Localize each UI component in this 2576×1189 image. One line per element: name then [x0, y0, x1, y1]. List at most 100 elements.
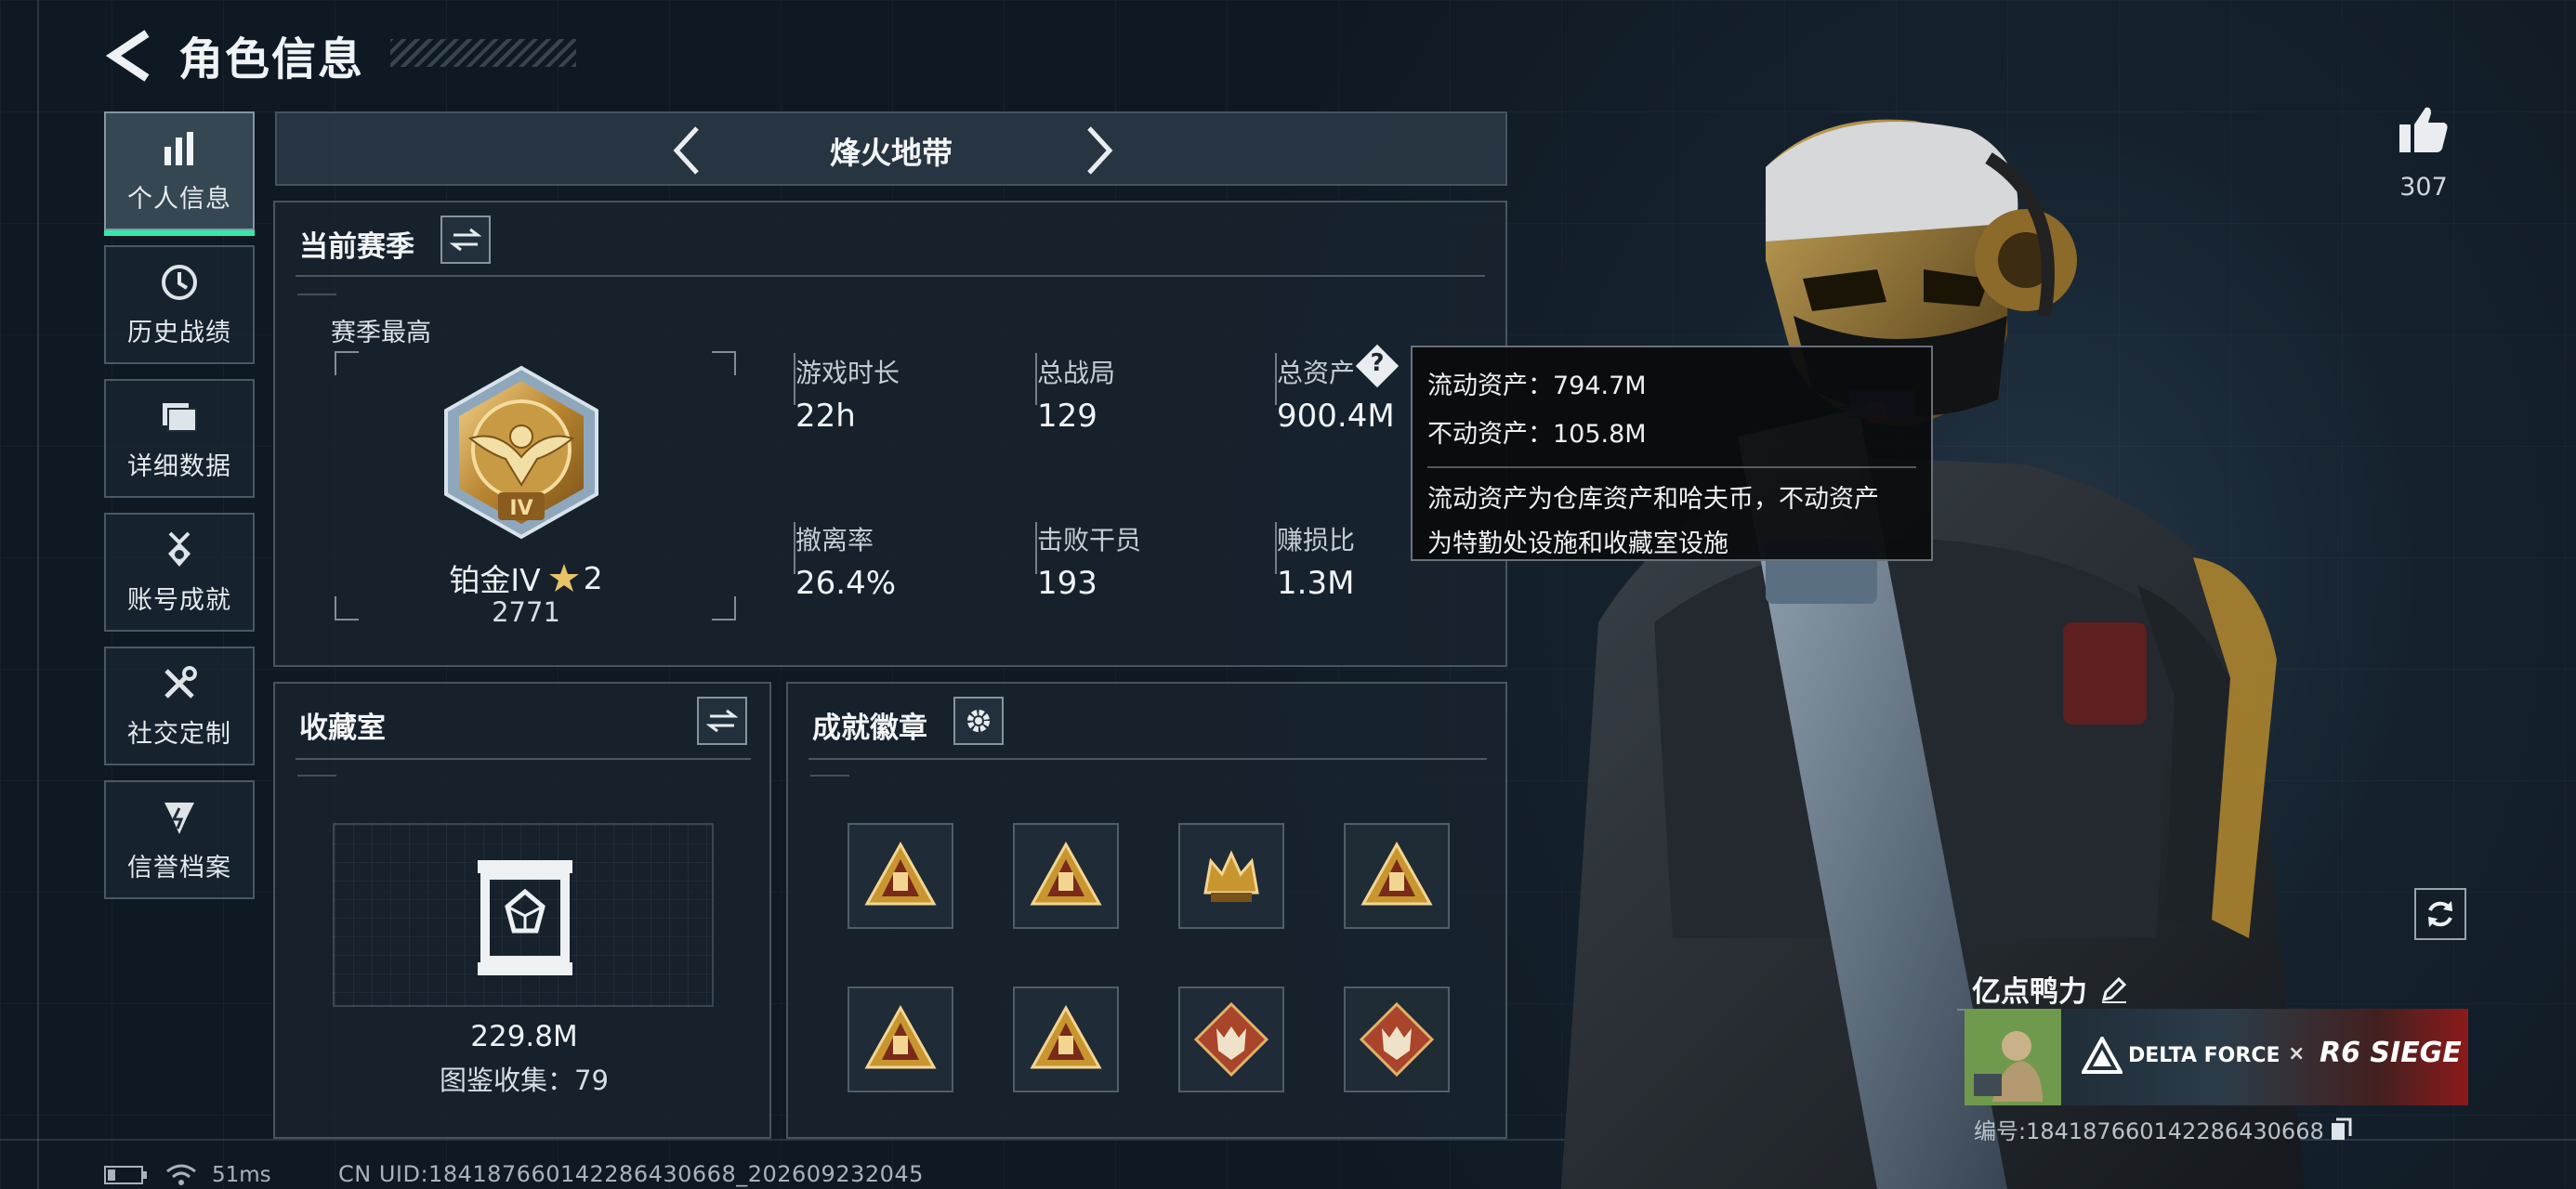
- tooltip-divider: [1427, 466, 1916, 468]
- nav-label: 账号成就: [127, 585, 231, 615]
- panel-divider: [808, 758, 1487, 760]
- rank-name-row: 铂金IV 2: [331, 555, 721, 600]
- nav-label: 详细数据: [127, 451, 231, 481]
- nav-item-reputation[interactable]: 信誉档案: [104, 780, 255, 899]
- swap-button[interactable]: [697, 697, 747, 745]
- swap-icon: [450, 228, 481, 252]
- refresh-button[interactable]: [2414, 888, 2466, 940]
- like-count: 307: [2399, 173, 2448, 202]
- player-banner[interactable]: DELTA FORCE × R6 SIEGE: [1965, 1009, 2468, 1105]
- nav-label: 社交定制: [127, 719, 231, 749]
- nav-item-social[interactable]: 社交定制: [104, 647, 255, 765]
- medal-icon: [168, 531, 191, 567]
- season-best-label: 赛季最高: [331, 319, 431, 347]
- stat-value-assets: 900.4M: [1277, 398, 1395, 435]
- serial-number-row: 编号:18418766014228643066​8: [1974, 1113, 2352, 1145]
- edit-icon[interactable]: [2098, 973, 2130, 1005]
- crown-badge-icon: [1203, 850, 1259, 902]
- swap-icon: [706, 709, 738, 733]
- assets-tooltip: 流动资产：794.7M 不动资产：105.8M 流动资产为仓库资产和哈夫币，不动…: [1411, 346, 1933, 561]
- status-bar: 51ms: [104, 1163, 271, 1187]
- collection-title: 收藏室: [299, 712, 386, 745]
- badge-slot[interactable]: [848, 986, 953, 1092]
- tooltip-liquid-assets: 流动资产：794.7M: [1427, 372, 1647, 400]
- player-name: 亿点鸭力: [1972, 975, 2087, 1009]
- badges-title: 成就徽章: [812, 712, 927, 745]
- swap-button[interactable]: [440, 216, 491, 264]
- thumbs-up-icon[interactable]: [2396, 102, 2451, 158]
- nav-item-detail-data[interactable]: 详细数据: [104, 379, 255, 498]
- badge-slot[interactable]: [1178, 986, 1284, 1092]
- stat-label-matches: 总战局: [1037, 358, 1116, 388]
- tools-icon: [164, 665, 197, 699]
- triangle-badge-icon: [864, 1004, 937, 1069]
- avatar-image: [1965, 1009, 2061, 1105]
- panel-divider: [296, 758, 751, 760]
- mode-label: 烽火地带: [830, 135, 953, 171]
- banner-brand-1: DELTA FORCE: [2128, 1044, 2280, 1067]
- title-decoration: [390, 39, 576, 67]
- bar-chart-icon: [164, 131, 193, 165]
- triangle-badge-icon: [1360, 841, 1433, 906]
- copy-icon[interactable]: [2330, 1117, 2352, 1142]
- stat-label-playtime: 游戏时长: [795, 358, 900, 388]
- help-icon-glyph: ?: [1370, 349, 1385, 377]
- vault-icon: [478, 860, 572, 975]
- badge-slot[interactable]: [1344, 823, 1450, 929]
- back-arrow-icon[interactable]: [104, 28, 156, 84]
- banner-brand-2: R6 SIEGE: [2320, 1037, 2462, 1069]
- panel-divider: [296, 275, 1485, 277]
- serial-number: 编号:18418766014228643066​8: [1974, 1118, 2324, 1144]
- stat-value-playtime: 22h: [795, 398, 856, 435]
- triangle-badge-icon: [1030, 1004, 1102, 1069]
- battery-icon: [104, 1166, 147, 1184]
- stat-value-extraction: 26.4%: [795, 565, 897, 602]
- stat-value-kills: 193: [1037, 565, 1097, 602]
- badge-slot[interactable]: [1013, 986, 1119, 1092]
- wifi-icon: [166, 1164, 196, 1185]
- season-title: 当前赛季: [299, 230, 414, 264]
- tooltip-desc-line-1: 流动资产为仓库资产和哈夫币，不动资产: [1427, 485, 1879, 514]
- badge-slot[interactable]: [1344, 986, 1450, 1092]
- badge-settings-button[interactable]: [953, 697, 1004, 745]
- nav-item-personal-info[interactable]: 个人信息: [104, 111, 255, 236]
- stat-label-assets: 总资产: [1277, 358, 1356, 388]
- wolf-badge-icon: [1359, 1001, 1435, 1078]
- stat-label-profit: 赚损比: [1277, 525, 1356, 555]
- collection-preview[interactable]: [333, 823, 714, 1007]
- ping-value: 51ms: [212, 1163, 271, 1187]
- frame-corner: [712, 351, 736, 375]
- badge-slot[interactable]: [1013, 823, 1119, 929]
- banner-artwork: DELTA FORCE × R6 SIEGE: [2061, 1009, 2468, 1105]
- panel-decoration: [297, 294, 336, 295]
- rank-points: 2771: [492, 596, 560, 628]
- player-name-row: 亿点鸭力: [1972, 968, 2130, 1010]
- badge-slot[interactable]: [1178, 823, 1284, 929]
- frame-line: [37, 0, 39, 1189]
- folder-icon: [163, 402, 197, 432]
- stat-value-profit: 1.3M: [1277, 565, 1355, 602]
- panel-decoration: [297, 775, 336, 777]
- delta-force-logo-icon: [2082, 1037, 2123, 1074]
- mode-selector: 烽火地带: [275, 111, 1507, 186]
- frame-corner: [335, 351, 359, 375]
- gear-icon: [967, 710, 990, 732]
- triangle-badge-icon: [864, 841, 937, 906]
- chevron-right-icon[interactable]: [1071, 123, 1126, 178]
- nav-label: 信誉档案: [127, 853, 231, 882]
- uid-text: CN UID:18418766014228643066​8_2026092320…: [338, 1161, 924, 1187]
- clock-icon: [162, 264, 197, 300]
- nav-label: 个人信息: [127, 184, 231, 214]
- tooltip-fixed-assets: 不动资产：105.8M: [1427, 420, 1647, 449]
- star-icon: [548, 564, 579, 592]
- badge-slot[interactable]: [848, 823, 953, 929]
- nav-item-achievements[interactable]: 账号成就: [104, 513, 255, 632]
- stat-label-kills: 击败干员: [1037, 525, 1142, 555]
- avatar[interactable]: [1965, 1009, 2061, 1105]
- page-title: 角色信息: [178, 33, 365, 85]
- panel-decoration: [810, 775, 849, 777]
- nav-label: 历史战绩: [127, 318, 231, 347]
- shield-icon: [164, 802, 194, 834]
- nav-item-history[interactable]: 历史战绩: [104, 245, 255, 364]
- rank-stars: 2: [583, 559, 603, 596]
